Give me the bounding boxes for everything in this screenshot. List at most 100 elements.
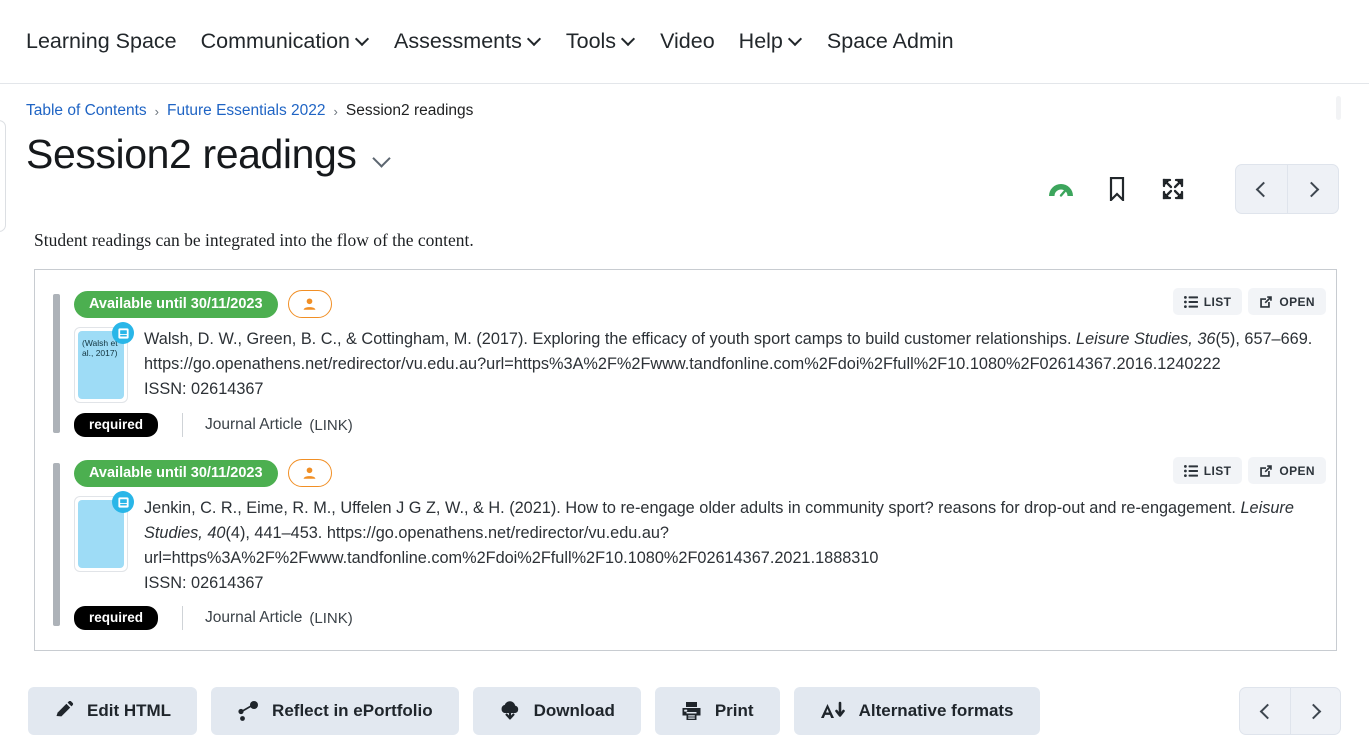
bookmark-icon[interactable] bbox=[1103, 175, 1131, 203]
breadcrumb-item-current: Session2 readings bbox=[345, 102, 474, 119]
printer-icon bbox=[682, 702, 701, 720]
list-button[interactable]: LIST bbox=[1172, 457, 1243, 484]
reflect-eportfolio-button[interactable]: Reflect in ePortfolio bbox=[211, 687, 459, 735]
footer-page-navigation bbox=[1219, 687, 1341, 735]
breadcrumb-item-table-of-contents[interactable]: Table of Contents bbox=[26, 102, 147, 120]
readings-list-container: Available until 30/11/2023 LIST OPEN (Wa… bbox=[34, 269, 1337, 651]
reading-item-actions: LIST OPEN bbox=[1172, 288, 1326, 315]
reading-citation-text: Jenkin, C. R., Eime, R. M., Uffelen J G … bbox=[144, 496, 1326, 596]
chevron-right-icon bbox=[1305, 703, 1322, 719]
nav-item-help[interactable]: Help bbox=[727, 23, 815, 60]
download-button[interactable]: Download bbox=[472, 687, 641, 735]
list-button[interactable]: LIST bbox=[1172, 288, 1243, 315]
alternative-formats-label: Alternative formats bbox=[858, 701, 1014, 720]
availability-badge: Available until 30/11/2023 bbox=[74, 290, 278, 318]
list-button-label: LIST bbox=[1203, 294, 1232, 309]
edit-html-button[interactable]: Edit HTML bbox=[28, 687, 198, 735]
nav-item-learning-space[interactable]: Learning Space bbox=[26, 23, 189, 60]
edit-html-label: Edit HTML bbox=[87, 701, 172, 720]
citation-part-1: Jenkin, C. R., Eime, R. M., Uffelen J G … bbox=[144, 499, 1241, 517]
person-icon[interactable] bbox=[287, 290, 332, 318]
previous-page-button[interactable] bbox=[1236, 165, 1287, 213]
reading-citation-text: Walsh, D. W., Green, B. C., & Cottingham… bbox=[144, 327, 1326, 403]
chevron-left-icon bbox=[1255, 181, 1272, 197]
reading-item-actions: LIST OPEN bbox=[1172, 457, 1326, 484]
open-button[interactable]: OPEN bbox=[1248, 288, 1326, 315]
document-preview-icon[interactable] bbox=[112, 491, 134, 513]
page-title: Session2 readings bbox=[26, 131, 357, 177]
print-label: Print bbox=[714, 701, 754, 720]
nav-label: Help bbox=[738, 29, 783, 53]
reading-thumbnail[interactable]: (Walsh et al., 2017) bbox=[74, 322, 134, 403]
external-link-icon bbox=[1260, 295, 1273, 308]
list-button-label: LIST bbox=[1203, 463, 1232, 478]
page-header: Session2 readings bbox=[0, 120, 1369, 214]
citation-part-1: Walsh, D. W., Green, B. C., & Cottingham… bbox=[144, 330, 1077, 348]
page-title-dropdown-icon[interactable] bbox=[375, 152, 391, 168]
list-icon bbox=[1183, 464, 1198, 477]
footer-previous-page-button[interactable] bbox=[1240, 688, 1290, 734]
alternative-formats-button[interactable]: Alternative formats bbox=[793, 687, 1040, 735]
scrollbar-thumb[interactable] bbox=[1336, 96, 1341, 120]
main-navbar: Learning Space Communication Assessments… bbox=[0, 0, 1369, 84]
required-badge: required bbox=[74, 413, 159, 437]
nav-item-communication[interactable]: Communication bbox=[189, 23, 382, 60]
reading-citation-row: Jenkin, C. R., Eime, R. M., Uffelen J G … bbox=[74, 491, 1326, 596]
reading-link-label: (LINK) bbox=[309, 416, 353, 434]
nav-item-space-admin[interactable]: Space Admin bbox=[815, 23, 966, 60]
accessibility-formats-icon bbox=[820, 701, 845, 718]
nav-label: Communication bbox=[200, 29, 350, 53]
meta-divider bbox=[182, 413, 184, 437]
nav-item-tools[interactable]: Tools bbox=[554, 23, 648, 60]
reading-thumbnail[interactable] bbox=[74, 491, 134, 596]
nav-item-video[interactable]: Video bbox=[648, 23, 727, 60]
reading-status-row: Available until 30/11/2023 bbox=[74, 290, 1326, 318]
cloud-download-icon bbox=[501, 701, 518, 720]
nav-label: Assessments bbox=[394, 29, 522, 53]
nav-label: Learning Space bbox=[26, 29, 177, 53]
fullscreen-expand-icon[interactable] bbox=[1159, 175, 1187, 203]
content-toolbar: Edit HTML Reflect in ePortfolio Download… bbox=[0, 687, 1369, 735]
availability-badge: Available until 30/11/2023 bbox=[74, 459, 278, 487]
list-icon bbox=[1183, 295, 1198, 308]
reading-link-label: (LINK) bbox=[309, 609, 353, 627]
page-navigation bbox=[1235, 164, 1339, 214]
breadcrumb-item-future-essentials[interactable]: Future Essentials 2022 bbox=[167, 102, 326, 120]
citation-journal: Leisure Studies, 36 bbox=[1076, 330, 1216, 348]
item-accent-rail bbox=[53, 463, 60, 626]
reading-citation-row: (Walsh et al., 2017) Walsh, D. W., Green… bbox=[74, 322, 1326, 403]
open-button-label: OPEN bbox=[1279, 294, 1315, 309]
chevron-down-icon bbox=[623, 33, 636, 46]
reading-status-row: Available until 30/11/2023 bbox=[74, 459, 1326, 487]
reading-issn: ISSN: 02614367 bbox=[144, 380, 264, 398]
breadcrumb: Table of Contents › Future Essentials 20… bbox=[0, 84, 1369, 120]
document-preview-icon[interactable] bbox=[112, 322, 134, 344]
share-nodes-icon bbox=[238, 701, 259, 721]
progress-gauge-icon[interactable] bbox=[1047, 175, 1075, 203]
chevron-down-icon bbox=[357, 33, 370, 46]
person-icon[interactable] bbox=[287, 459, 332, 487]
nav-label: Space Admin bbox=[826, 29, 954, 53]
reading-issn: ISSN: 02614367 bbox=[144, 574, 264, 592]
external-link-icon bbox=[1260, 464, 1273, 477]
reading-type-label: Journal Article bbox=[205, 609, 303, 626]
citation-part-2: (4), 441–453. https://go.openathens.net/… bbox=[144, 524, 879, 567]
chevron-left-icon bbox=[1259, 703, 1275, 719]
required-badge: required bbox=[74, 606, 159, 630]
download-label: Download bbox=[533, 701, 615, 720]
chevron-down-icon bbox=[529, 33, 542, 46]
page-actions bbox=[1047, 164, 1339, 214]
nav-item-assessments[interactable]: Assessments bbox=[382, 23, 554, 60]
nav-label: Tools bbox=[565, 29, 617, 53]
open-button[interactable]: OPEN bbox=[1248, 457, 1326, 484]
print-button[interactable]: Print bbox=[654, 687, 780, 735]
nav-label: Video bbox=[660, 29, 715, 53]
next-page-button[interactable] bbox=[1287, 165, 1338, 213]
item-accent-rail bbox=[53, 294, 60, 433]
meta-divider bbox=[182, 606, 184, 630]
intro-text: Student readings can be integrated into … bbox=[34, 230, 474, 250]
reading-type-label: Journal Article bbox=[205, 416, 303, 433]
footer-next-page-button[interactable] bbox=[1290, 688, 1340, 734]
reading-item: Available until 30/11/2023 bbox=[47, 451, 1326, 638]
open-button-label: OPEN bbox=[1279, 463, 1315, 478]
